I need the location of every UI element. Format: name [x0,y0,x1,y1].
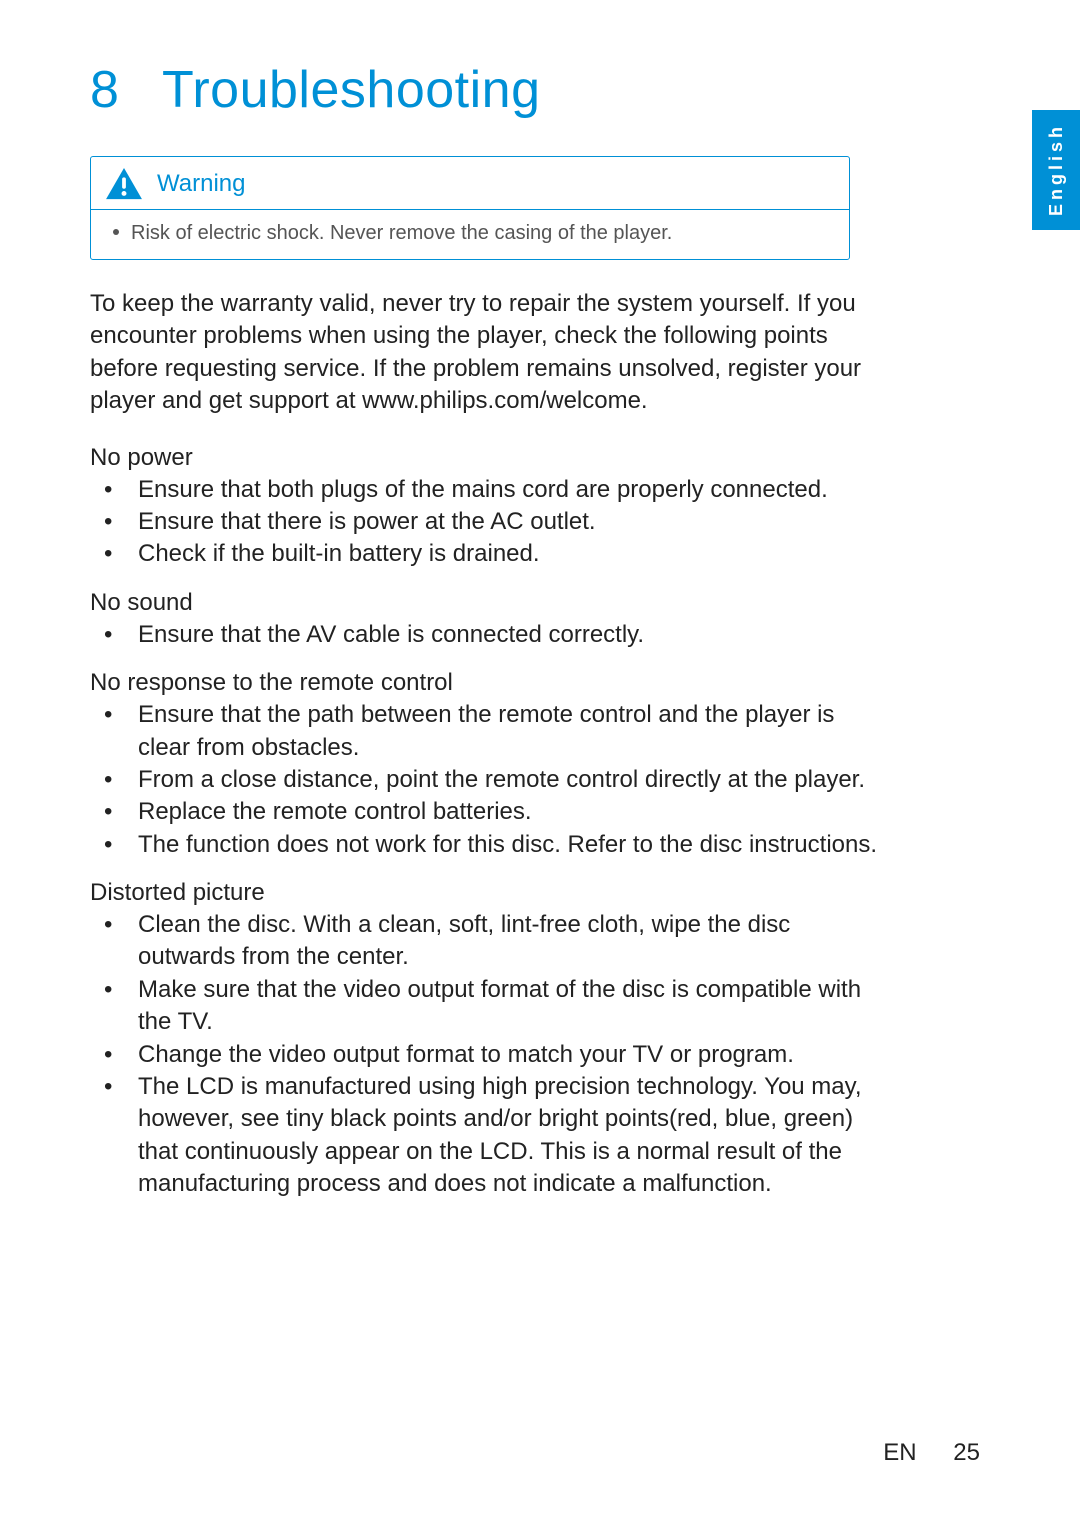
list-item: Ensure that the AV cable is connected co… [90,619,880,651]
list-item: The LCD is manufactured using high preci… [90,1071,880,1201]
list-item: Ensure that there is power at the AC out… [90,506,880,538]
list-item: From a close distance, point the remote … [90,764,880,796]
language-tab-label: English [1046,123,1067,216]
list-item: Ensure that the path between the remote … [90,699,880,764]
bullet-icon [113,229,119,235]
section-head-no-sound: No sound [90,589,990,617]
list-item: Ensure that both plugs of the mains cord… [90,474,880,506]
list-no-remote: Ensure that the path between the remote … [90,699,880,861]
list-item: Clean the disc. With a clean, soft, lint… [90,909,880,974]
list-no-sound: Ensure that the AV cable is connected co… [90,619,880,651]
list-distorted: Clean the disc. With a clean, soft, lint… [90,909,880,1201]
list-item: Change the video output format to match … [90,1039,880,1071]
chapter-number: 8 [90,60,148,120]
warning-header: Warning [91,157,849,210]
page-footer: EN 25 [883,1439,980,1467]
intro-paragraph: To keep the warranty valid, never try to… [90,288,880,418]
list-no-power: Ensure that both plugs of the mains cord… [90,474,880,571]
language-tab: English [1032,110,1080,230]
section-head-no-power: No power [90,444,990,472]
chapter-title: Troubleshooting [162,61,540,119]
list-item: The function does not work for this disc… [90,829,880,861]
warning-title: Warning [157,170,245,198]
manual-page: English 8 Troubleshooting Warning Risk o… [0,0,1080,1527]
footer-page-number: 25 [953,1439,980,1466]
warning-icon [105,167,143,201]
warning-body: Risk of electric shock. Never remove the… [91,210,849,259]
warning-text: Risk of electric shock. Never remove the… [131,222,672,244]
section-head-no-remote: No response to the remote control [90,669,990,697]
list-item: Check if the built-in battery is drained… [90,538,880,570]
section-head-distorted: Distorted picture [90,879,990,907]
list-item: Replace the remote control batteries. [90,796,880,828]
warning-box: Warning Risk of electric shock. Never re… [90,156,850,260]
footer-lang: EN [883,1439,916,1466]
chapter-heading: 8 Troubleshooting [90,60,990,120]
list-item: Make sure that the video output format o… [90,974,880,1039]
